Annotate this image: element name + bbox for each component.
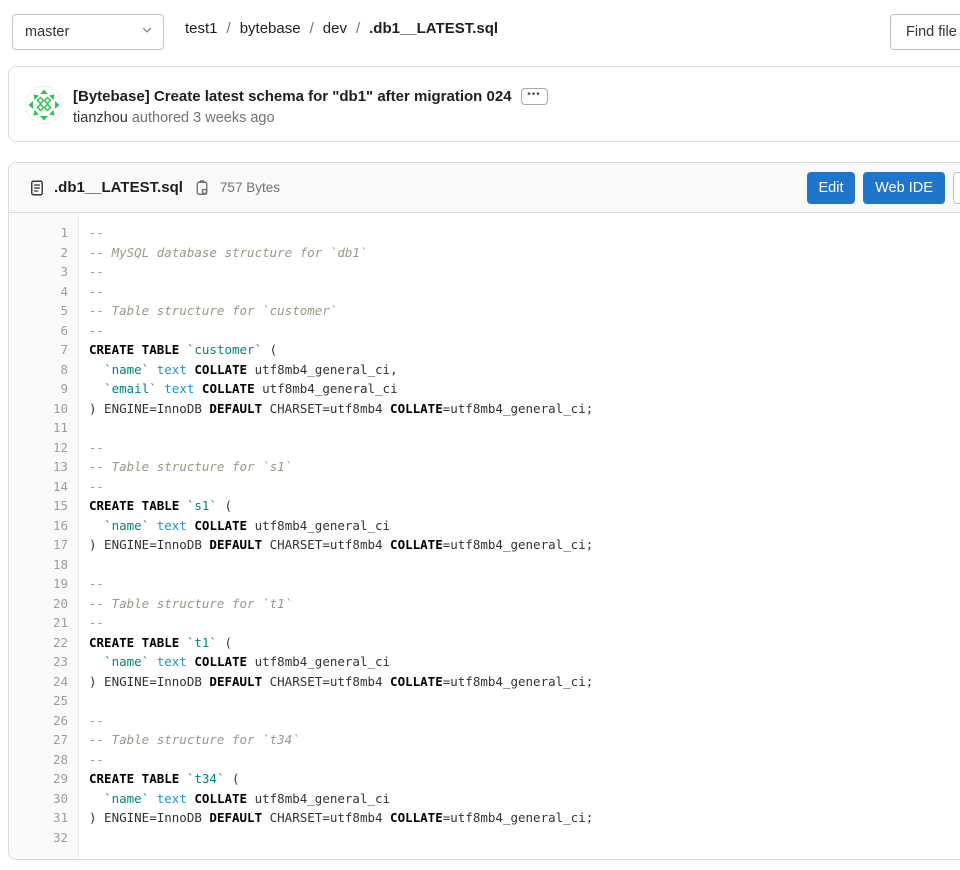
line-number[interactable]: 19 (9, 574, 78, 594)
code-line: `name` text COLLATE utf8mb4_general_ci (89, 789, 960, 809)
code-line (89, 691, 960, 711)
code-line: `name` text COLLATE utf8mb4_general_ci (89, 652, 960, 672)
line-number[interactable]: 2 (9, 243, 78, 263)
file-viewer: .db1__LATEST.sql 757 Bytes Edit Web IDE … (8, 162, 960, 860)
line-number[interactable]: 29 (9, 769, 78, 789)
code-line: -- (89, 574, 960, 594)
line-number[interactable]: 11 (9, 418, 78, 438)
code-line: -- (89, 321, 960, 341)
line-number[interactable]: 21 (9, 613, 78, 633)
code-line: `name` text COLLATE utf8mb4_general_ci (89, 516, 960, 536)
code-line (89, 555, 960, 575)
line-number[interactable]: 24 (9, 672, 78, 692)
code-line: CREATE TABLE `t34` ( (89, 769, 960, 789)
line-number[interactable]: 4 (9, 282, 78, 302)
code-line: -- (89, 477, 960, 497)
code-content: ---- MySQL database structure for `db1`-… (79, 213, 960, 859)
find-file-button[interactable]: Find file (890, 14, 960, 50)
line-number[interactable]: 10 (9, 399, 78, 419)
code-line: -- (89, 750, 960, 770)
line-number[interactable]: 28 (9, 750, 78, 770)
line-number[interactable]: 16 (9, 516, 78, 536)
line-number[interactable]: 8 (9, 360, 78, 380)
breadcrumb-separator: / (356, 20, 360, 37)
commit-author-avatar[interactable] (25, 86, 63, 124)
file-size: 757 Bytes (220, 180, 280, 195)
code-line: -- Table structure for `s1` (89, 457, 960, 477)
commit-author-name[interactable]: tianzhou (73, 110, 128, 126)
identicon (25, 86, 63, 124)
branch-selector-value: master (25, 24, 69, 40)
breadcrumb-item[interactable]: .db1__LATEST.sql (369, 20, 498, 37)
code-line: -- Table structure for `t34` (89, 730, 960, 750)
code-line: -- (89, 282, 960, 302)
top-bar: master test1 / bytebase / dev / .db1__LATEST.s… (0, 0, 960, 56)
code-line: `name` text COLLATE utf8mb4_general_ci, (89, 360, 960, 380)
line-number[interactable]: 25 (9, 691, 78, 711)
code-line: ) ENGINE=InnoDB DEFAULT CHARSET=utf8mb4 … (89, 399, 960, 419)
code-line (89, 828, 960, 848)
code-line: ) ENGINE=InnoDB DEFAULT CHARSET=utf8mb4 … (89, 808, 960, 828)
line-number[interactable]: 31 (9, 808, 78, 828)
line-number[interactable]: 12 (9, 438, 78, 458)
line-number[interactable]: 3 (9, 262, 78, 282)
line-number[interactable]: 17 (9, 535, 78, 555)
code-line: -- (89, 262, 960, 282)
file-header: .db1__LATEST.sql 757 Bytes Edit Web IDE (9, 163, 960, 213)
code-line: -- Table structure for `customer` (89, 301, 960, 321)
code-line: ) ENGINE=InnoDB DEFAULT CHARSET=utf8mb4 … (89, 672, 960, 692)
edit-button[interactable]: Edit (807, 172, 855, 204)
last-commit-box: [Bytebase] Create latest schema for "db1… (8, 66, 960, 142)
line-number[interactable]: 13 (9, 457, 78, 477)
commit-authored-text: authored 3 weeks ago (128, 110, 275, 126)
line-number[interactable]: 20 (9, 594, 78, 614)
code-line: CREATE TABLE `customer` ( (89, 340, 960, 360)
line-number[interactable]: 23 (9, 652, 78, 672)
line-number[interactable]: 15 (9, 496, 78, 516)
code-line: `email` text COLLATE utf8mb4_general_ci (89, 379, 960, 399)
code-line: -- (89, 223, 960, 243)
line-number[interactable]: 27 (9, 730, 78, 750)
line-number[interactable]: 32 (9, 828, 78, 848)
code-area: 1234567891011121314151617181920212223242… (9, 213, 960, 859)
file-name: .db1__LATEST.sql (54, 179, 183, 196)
web-ide-button[interactable]: Web IDE (863, 172, 945, 204)
document-icon (29, 180, 45, 196)
chevron-down-icon (141, 24, 153, 40)
code-line: -- MySQL database structure for `db1` (89, 243, 960, 263)
breadcrumb-item[interactable]: test1 (185, 20, 218, 37)
line-number[interactable]: 9 (9, 379, 78, 399)
commit-message[interactable]: [Bytebase] Create latest schema for "db1… (73, 88, 512, 105)
line-number[interactable]: 26 (9, 711, 78, 731)
line-number[interactable]: 7 (9, 340, 78, 360)
line-number[interactable]: 1 (9, 223, 78, 243)
code-line: ) ENGINE=InnoDB DEFAULT CHARSET=utf8mb4 … (89, 535, 960, 555)
code-line: -- Table structure for `t1` (89, 594, 960, 614)
code-line: -- (89, 711, 960, 731)
breadcrumb-separator: / (227, 20, 231, 37)
line-number[interactable]: 14 (9, 477, 78, 497)
commit-author-row: tianzhou authored 3 weeks ago (73, 110, 275, 126)
code-line (89, 418, 960, 438)
more-actions-button[interactable] (953, 172, 960, 204)
line-number[interactable]: 5 (9, 301, 78, 321)
code-line: -- (89, 613, 960, 633)
branch-selector[interactable]: master (12, 14, 164, 50)
breadcrumb-item[interactable]: dev (323, 20, 347, 37)
ellipsis-icon: ••• (527, 90, 541, 100)
line-number[interactable]: 30 (9, 789, 78, 809)
breadcrumb: test1 / bytebase / dev / .db1__LATEST.sql (185, 0, 498, 56)
line-number[interactable]: 6 (9, 321, 78, 341)
commit-description-toggle[interactable]: ••• (521, 88, 548, 105)
code-line: -- (89, 438, 960, 458)
code-line: CREATE TABLE `t1` ( (89, 633, 960, 653)
commit-message-row: [Bytebase] Create latest schema for "db1… (73, 88, 548, 105)
breadcrumb-separator: / (310, 20, 314, 37)
code-line: CREATE TABLE `s1` ( (89, 496, 960, 516)
copy-file-path-icon[interactable] (194, 180, 210, 196)
line-number[interactable]: 18 (9, 555, 78, 575)
line-number[interactable]: 22 (9, 633, 78, 653)
line-number-gutter: 1234567891011121314151617181920212223242… (9, 213, 79, 859)
breadcrumb-item[interactable]: bytebase (240, 20, 301, 37)
